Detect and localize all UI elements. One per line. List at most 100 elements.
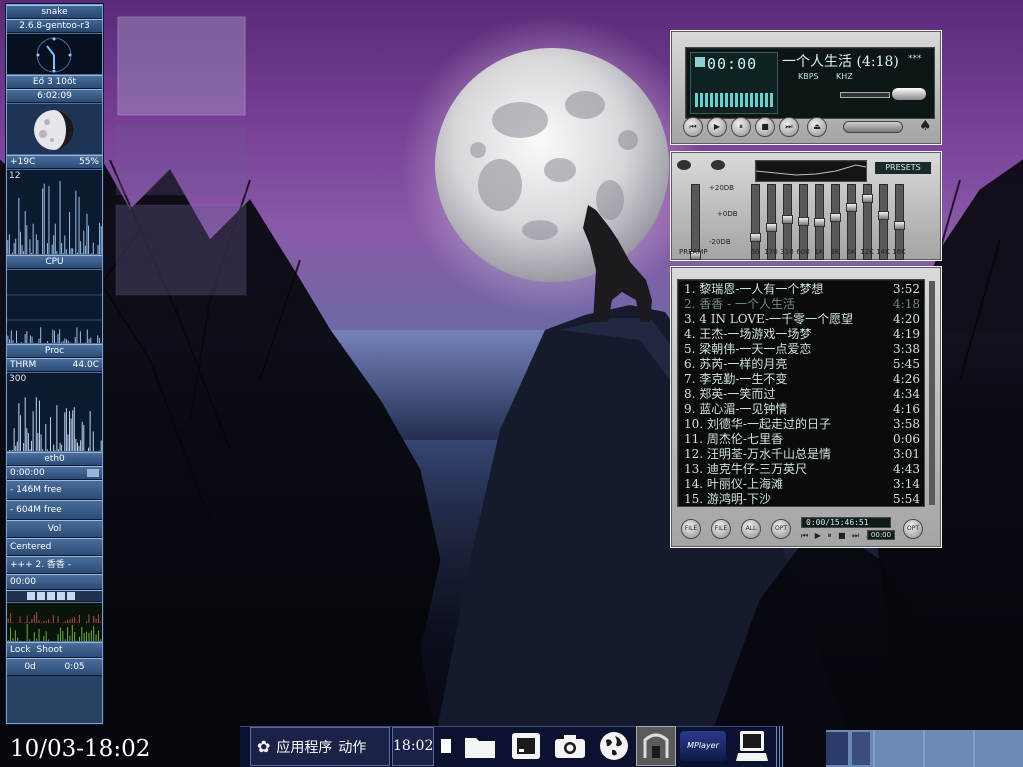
playlist-item[interactable]: 2. 香香 - 一个人生活 4:18	[678, 297, 924, 312]
eq-knob[interactable]	[798, 217, 809, 226]
playlist-item[interactable]: 7. 李克勤-一生不变 4:26	[678, 372, 924, 387]
playlist-item[interactable]: 15. 游鸿明-下沙 5:54	[678, 492, 924, 507]
playlist-item[interactable]: 8. 郑英-一笑而过 4:34	[678, 387, 924, 402]
xmms-main-window[interactable]: 00:00 一个人生活 (4:18) *** KBPS KHZ ⏮ ▶ ⏸ ■ …	[670, 30, 942, 145]
playlist-item-length: 4:19	[893, 327, 920, 341]
playlist-item-title: 11. 周杰伦-七里香	[684, 432, 783, 446]
eq-knob[interactable]	[878, 211, 889, 220]
playlist-item[interactable]: 3. 4 IN LOVE-一千零一个愿望 4:20	[678, 312, 924, 327]
eq-band-label: 170	[764, 248, 778, 256]
temperature: +19C	[10, 157, 36, 167]
volume-mode[interactable]: Centered	[7, 538, 102, 556]
stop-button[interactable]: ■	[755, 117, 775, 137]
swap-free: - 604M free	[7, 500, 102, 520]
proc-chart: 300	[7, 372, 102, 452]
camera-icon[interactable]	[550, 726, 590, 766]
mplayer-icon[interactable]: MPlayer	[678, 726, 728, 766]
playlist-item[interactable]: 5. 梁朝伟-一天一点爱恋 3:38	[678, 342, 924, 357]
playlist-rows[interactable]: 1. 黎瑞恩-一人有一个梦想 3:52 2. 香香 - 一个人生活 4:18 3. 4 …	[678, 282, 924, 507]
playlist-item[interactable]: 12. 汪明荃-万水千山总是情 3:01	[678, 447, 924, 462]
remove-file-button[interactable]: FILE	[711, 519, 731, 539]
song-title: 一个人生活 (4:18)	[782, 54, 899, 70]
next-button[interactable]: ⏭	[779, 117, 799, 137]
xmms-playlist[interactable]: 1. 黎瑞恩-一人有一个梦想 3:52 2. 香香 - 一个人生活 4:18 3. 4 …	[670, 266, 942, 548]
playlist-item-length: 3:38	[893, 342, 920, 356]
volume-slider[interactable]	[840, 92, 890, 98]
computer-icon[interactable]	[732, 726, 772, 766]
main-display: 00:00 一个人生活 (4:18) *** KBPS KHZ	[685, 47, 935, 119]
mini-controls[interactable]: ⏮ ▶ ⏸ ■ ⏭ ⏏	[801, 531, 875, 541]
folder-icon[interactable]	[460, 726, 500, 766]
playlist-item-title: 9. 蓝心湄-一见钟情	[684, 402, 788, 416]
playlist-item-length: 3:01	[893, 447, 920, 461]
browser-globe-icon[interactable]	[594, 726, 634, 766]
eq-knob[interactable]	[862, 194, 873, 203]
prev-button[interactable]: ⏮	[683, 117, 703, 137]
eq-knob[interactable]	[782, 215, 793, 224]
track-scroller: +++ 2. 香香 -	[7, 556, 102, 574]
playlist-scrollbar[interactable]	[929, 281, 935, 505]
panel-clock[interactable]: 18:02	[392, 727, 434, 766]
pause-button[interactable]: ⏸	[731, 117, 751, 137]
net-timer[interactable]: 0:00:00	[7, 466, 102, 480]
list-opt-button[interactable]: OPT	[903, 519, 923, 539]
proc-scale: 300	[9, 374, 27, 384]
shoot-button[interactable]: Shoot	[37, 643, 63, 657]
eq-knob[interactable]	[750, 233, 761, 242]
kbps-label: KBPS	[798, 72, 819, 81]
terminal-icon[interactable]	[506, 726, 546, 766]
eq-band-label: 14K	[876, 248, 890, 256]
playlist-item[interactable]: 13. 迪克牛仔-三万英尺 4:43	[678, 462, 924, 477]
network-icon[interactable]	[636, 726, 676, 766]
panel-handle[interactable]	[776, 726, 784, 767]
moon-phase-icon	[7, 103, 102, 155]
playlist-item[interactable]: 6. 苏芮-一样的月亮 5:45	[678, 357, 924, 372]
playlist-item[interactable]: 11. 周杰伦-七里香 0:06	[678, 432, 924, 447]
eq-knob[interactable]	[894, 221, 905, 230]
uptime-readout: Eő 3 10őt	[7, 75, 102, 89]
proc-label: Proc	[7, 344, 102, 358]
spade-icon[interactable]: ♠	[919, 118, 932, 134]
hostname: snake	[7, 5, 102, 19]
show-desktop-icon[interactable]	[438, 726, 454, 766]
eq-knob[interactable]	[766, 223, 777, 232]
playlist-item[interactable]: 10. 刘德华-一起走过的日子 3:58	[678, 417, 924, 432]
playlist-item[interactable]: 4. 王杰-一场游戏一场梦 4:19	[678, 327, 924, 342]
balance-slider[interactable]	[892, 88, 926, 100]
volume-label[interactable]: Vol	[7, 520, 102, 538]
select-all-button[interactable]: ALL	[741, 519, 761, 539]
khz-label: KHZ	[836, 72, 853, 81]
eject-button[interactable]: ⏏	[807, 117, 827, 137]
playlist-item[interactable]: 1. 黎瑞恩-一人有一个梦想 3:52	[678, 282, 924, 297]
applications-menu[interactable]: 应用程序	[276, 737, 332, 757]
seek-bar[interactable]	[843, 121, 903, 133]
eq-knob[interactable]	[814, 218, 825, 227]
lock-shoot-row[interactable]: Lock Shoot	[7, 642, 102, 658]
spectrum-analyzer	[7, 602, 102, 642]
eq-knob[interactable]	[846, 203, 857, 212]
xmms-equalizer[interactable]: PRESETS +20DB +0DB -20DB PREAMP 60 170 310…	[670, 151, 942, 261]
main-menu[interactable]: ✿ 应用程序 动作	[250, 727, 390, 766]
player-buttons-icon[interactable]	[25, 591, 85, 601]
playlist-item-title: 2. 香香 - 一个人生活	[684, 297, 795, 311]
load-chart: 12	[7, 169, 102, 255]
add-file-button[interactable]: FILE	[681, 519, 701, 539]
eq-knob[interactable]	[830, 213, 841, 222]
misc-opt-button[interactable]: OPT	[771, 519, 791, 539]
play-button[interactable]: ▶	[707, 117, 727, 137]
playlist-item-length: 4:20	[893, 312, 920, 326]
playlist-footer[interactable]: FILE FILE ALL OPT 0:00/15:46:51 ⏮ ▶ ⏸ ■ …	[671, 511, 943, 547]
playlist-position: 0:00/15:46:51	[801, 517, 891, 528]
eq-band-label: 12K	[860, 248, 874, 256]
transport-controls[interactable]: ⏮ ▶ ⏸ ■ ⏭ ⏏ ♠	[671, 115, 943, 139]
lock-button[interactable]: Lock	[10, 643, 31, 657]
workspace-switcher[interactable]	[826, 730, 1023, 767]
playlist-item[interactable]: 9. 蓝心湄-一见钟情 4:16	[678, 402, 924, 417]
playlist-item[interactable]: 14. 叶丽仪-上海滩 3:14	[678, 477, 924, 492]
net-led-icon	[87, 469, 99, 477]
actions-menu[interactable]: 动作	[338, 737, 366, 757]
playlist-item-title: 3. 4 IN LOVE-一千零一个愿望	[684, 312, 854, 326]
thrm-label: THRM	[10, 360, 37, 370]
playlist-list[interactable]: 1. 黎瑞恩-一人有一个梦想 3:52 2. 香香 - 一个人生活 4:18 3. 4 …	[677, 279, 925, 507]
player-controls[interactable]	[7, 590, 102, 602]
